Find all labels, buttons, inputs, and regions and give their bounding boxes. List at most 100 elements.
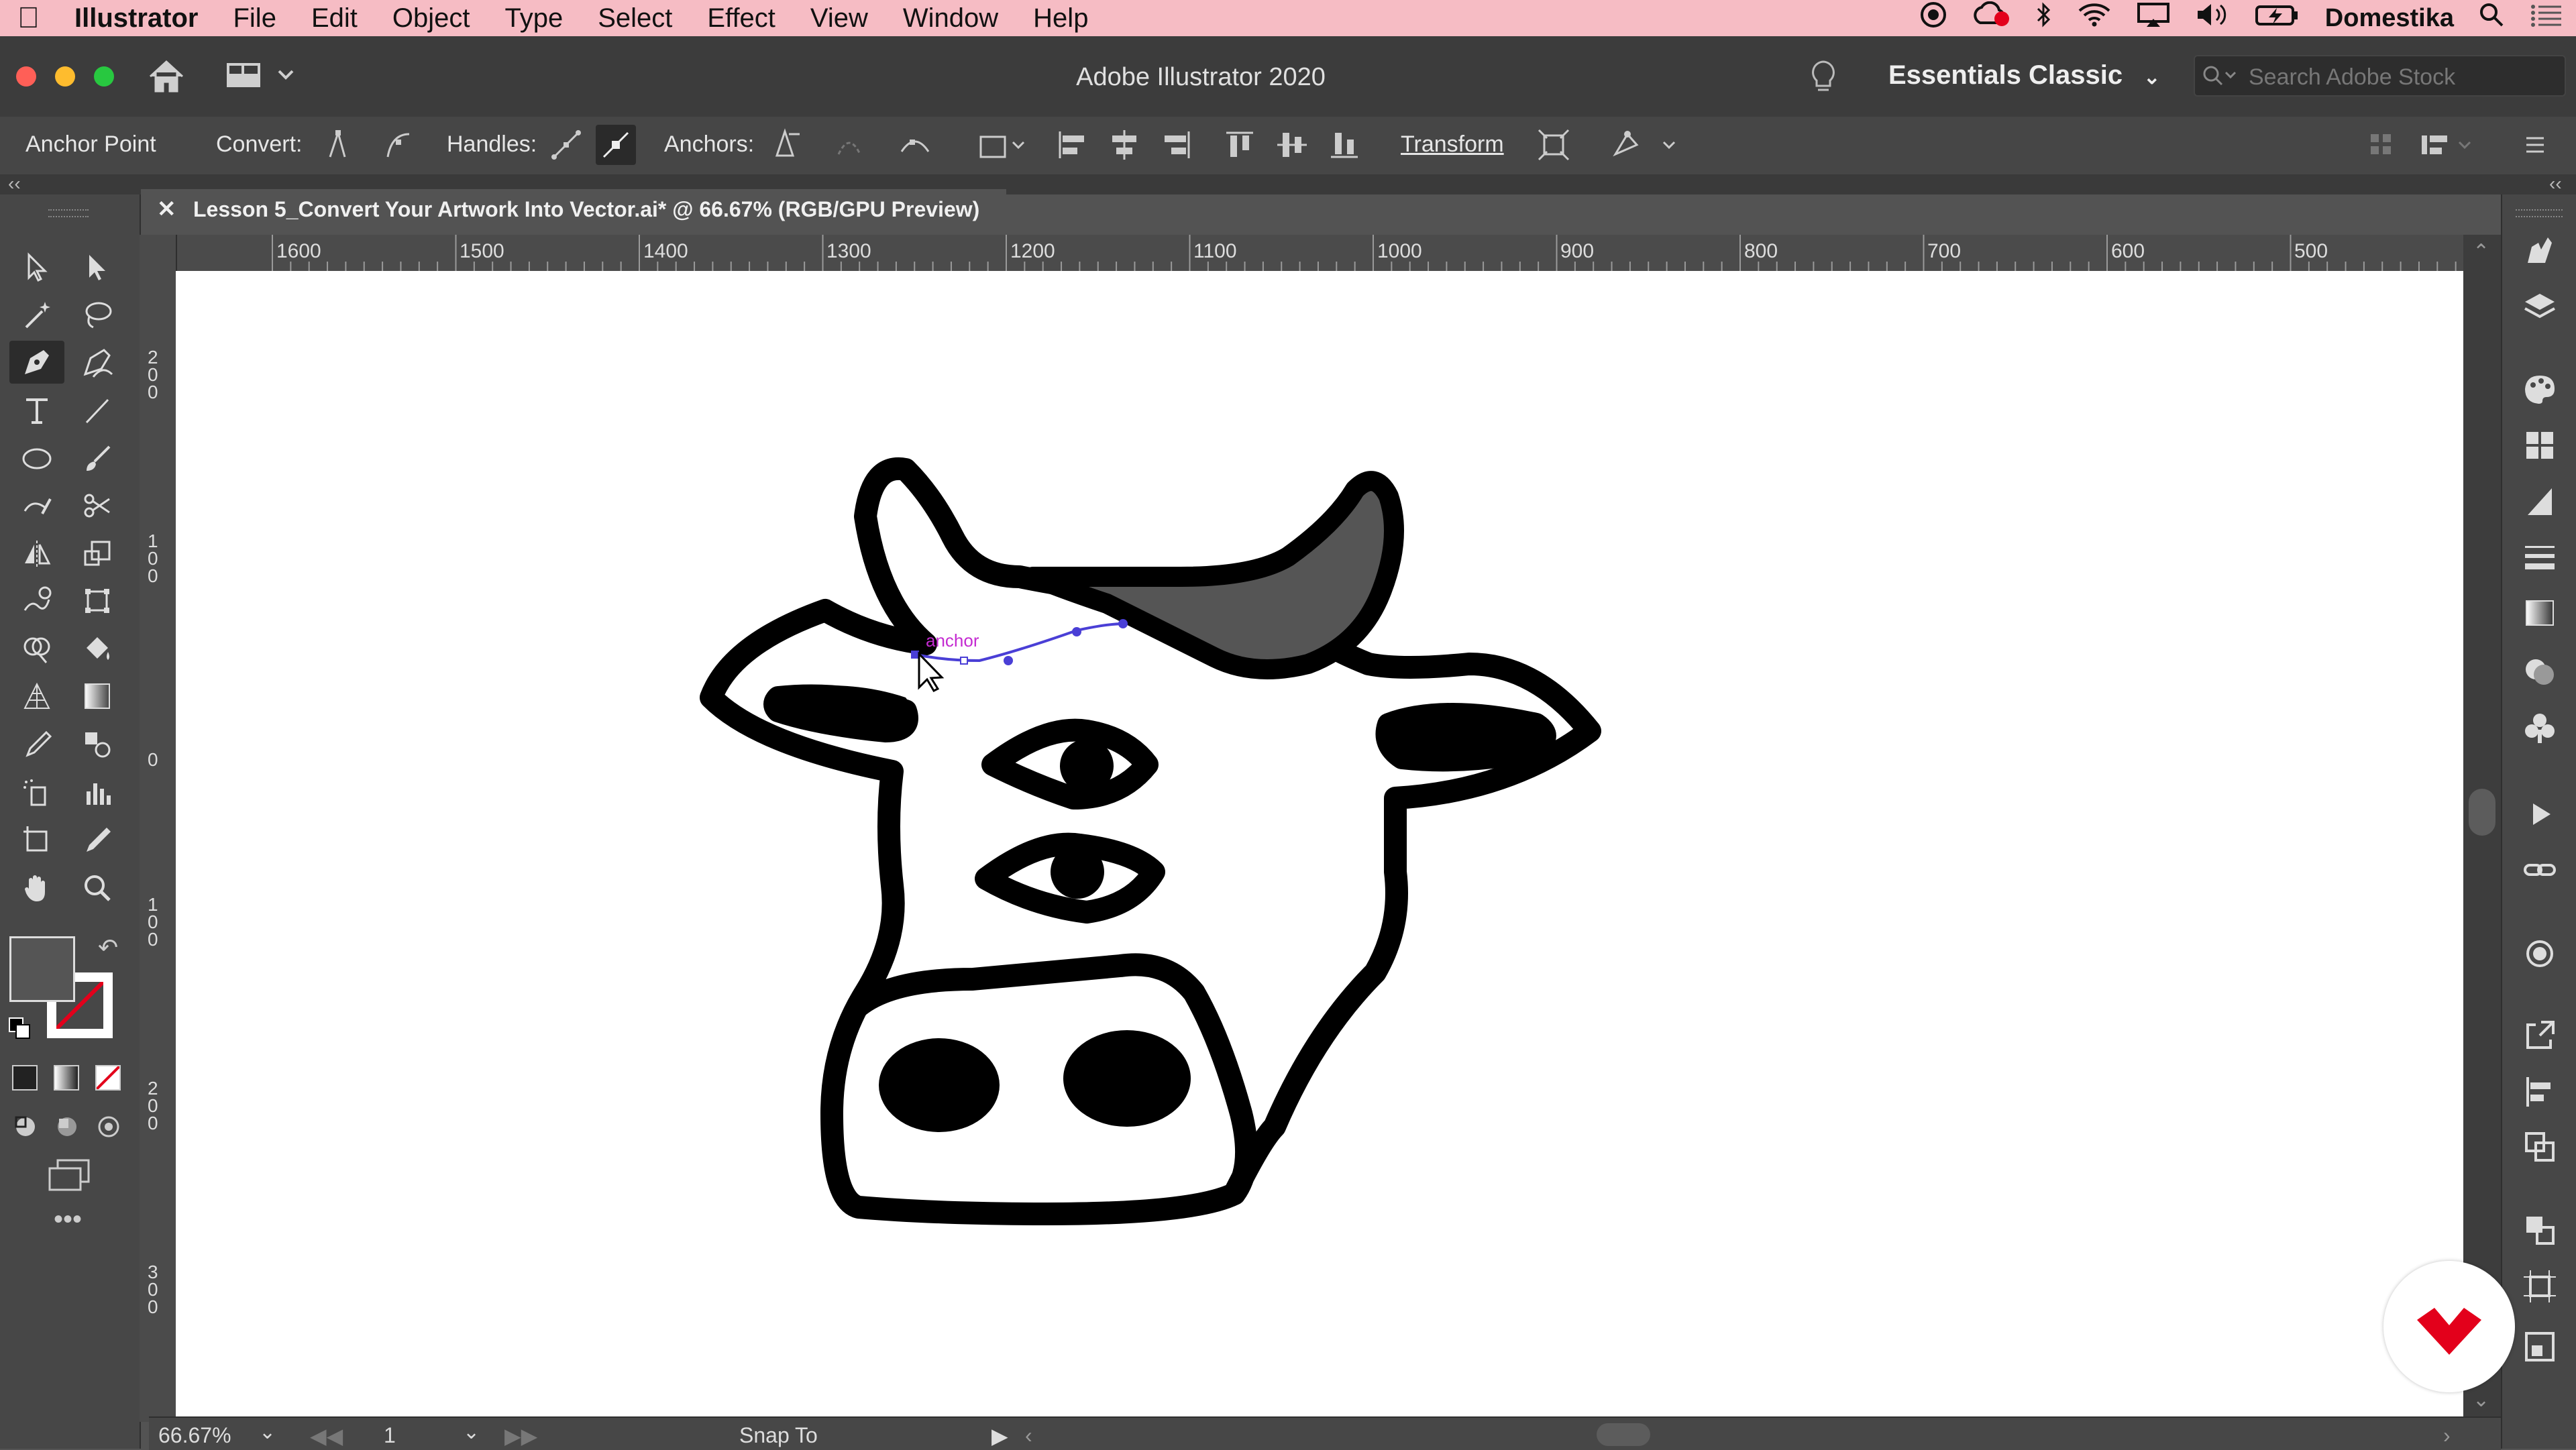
- toolbar-grip[interactable]: [48, 209, 89, 217]
- bluetooth-icon[interactable]: [2035, 1, 2053, 35]
- show-handles-icon[interactable]: [546, 125, 586, 165]
- hide-handles-icon[interactable]: [596, 125, 636, 165]
- creative-cloud-icon[interactable]: [1971, 1, 2011, 35]
- close-tab-icon[interactable]: ✕: [157, 196, 176, 223]
- dock-grip[interactable]: [2516, 209, 2563, 217]
- draw-inside-icon[interactable]: [95, 1113, 122, 1144]
- menu-view[interactable]: View: [793, 3, 885, 34]
- menu-edit[interactable]: Edit: [294, 3, 375, 34]
- collapse-left-icon[interactable]: ‹‹: [8, 173, 21, 194]
- none-mode-icon[interactable]: [95, 1065, 121, 1091]
- menu-window[interactable]: Window: [885, 3, 1016, 34]
- scale-tool-icon[interactable]: [74, 533, 121, 575]
- magic-wand-tool-icon[interactable]: [13, 294, 60, 337]
- menu-object[interactable]: Object: [375, 3, 488, 34]
- selection-tool-icon[interactable]: [13, 245, 60, 288]
- apple-menu-icon[interactable]: : [0, 1, 57, 35]
- pathfinder-icon[interactable]: [2521, 1128, 2559, 1166]
- live-paint-bucket-tool-icon[interactable]: [74, 628, 121, 671]
- color-mode-icon[interactable]: [12, 1065, 38, 1091]
- paintbrush-tool-icon[interactable]: [74, 437, 121, 480]
- eyedropper-tool-icon[interactable]: [13, 723, 60, 766]
- app-menu[interactable]: Illustrator: [57, 3, 215, 34]
- volume-icon[interactable]: [2195, 1, 2230, 35]
- scissors-tool-icon[interactable]: [74, 484, 121, 527]
- collapse-right-icon[interactable]: ‹‹: [2549, 173, 2562, 194]
- scroll-thumb[interactable]: [2469, 789, 2496, 836]
- control-panel-menu-icon[interactable]: [2514, 125, 2555, 165]
- canvas-area[interactable]: anchor: [176, 271, 2463, 1416]
- curvature-tool-icon[interactable]: [74, 341, 121, 384]
- gradient-tool-icon[interactable]: [74, 675, 121, 718]
- export-icon[interactable]: [2521, 1017, 2559, 1054]
- shaper-tool-icon[interactable]: [13, 484, 60, 527]
- cow-artwork[interactable]: anchor: [176, 271, 2463, 1416]
- menu-file[interactable]: File: [215, 3, 293, 34]
- free-transform-tool-icon[interactable]: [74, 579, 121, 622]
- align-right-icon[interactable]: [1157, 125, 1197, 165]
- menu-help[interactable]: Help: [1016, 3, 1106, 34]
- search-adobe-stock-input[interactable]: Search Adobe Stock: [2194, 55, 2566, 97]
- edit-toolbar-icon[interactable]: •••: [54, 1205, 82, 1235]
- puppet-warp-icon[interactable]: [1607, 125, 1681, 165]
- artboard-dropdown-icon[interactable]: ⌄: [463, 1420, 480, 1444]
- status-menu-icon[interactable]: ▶: [991, 1423, 1008, 1449]
- scroll-up-icon[interactable]: ⌃: [2473, 240, 2489, 264]
- convert-to-corner-icon[interactable]: [318, 125, 358, 165]
- control-center-icon[interactable]: [2529, 1, 2564, 35]
- swap-colors-icon[interactable]: ↶: [98, 934, 118, 962]
- first-artboard-icon[interactable]: ◀◀: [310, 1423, 343, 1449]
- pen-tool-icon[interactable]: [9, 341, 64, 384]
- swatches-icon[interactable]: [2521, 427, 2559, 464]
- direct-selection-tool-icon[interactable]: [74, 245, 121, 288]
- slice-tool-icon[interactable]: [74, 818, 121, 861]
- zoom-level[interactable]: 66.67%: [158, 1423, 231, 1448]
- horizontal-scroll-thumb[interactable]: [1597, 1423, 1650, 1446]
- shape-builder-tool-icon[interactable]: [13, 628, 60, 671]
- line-segment-tool-icon[interactable]: [74, 389, 121, 432]
- color-guide-icon[interactable]: [2521, 370, 2559, 408]
- user-name[interactable]: Domestika: [2325, 4, 2454, 33]
- spotlight-search-icon[interactable]: [2478, 1, 2505, 35]
- cut-path-icon[interactable]: [895, 125, 935, 165]
- actions-play-icon[interactable]: [2521, 795, 2559, 833]
- align-vertical-center-icon[interactable]: [1272, 125, 1312, 165]
- default-colors-icon[interactable]: [8, 1017, 32, 1044]
- lasso-tool-icon[interactable]: [74, 294, 121, 337]
- align-panel-icon[interactable]: [2521, 1073, 2559, 1111]
- vertical-scrollbar[interactable]: ⌃ ⌄: [2463, 235, 2501, 1418]
- asset-export-icon[interactable]: [2521, 1328, 2559, 1365]
- workspace-switcher[interactable]: Essentials Classic ⌄: [1888, 60, 2160, 91]
- draw-behind-icon[interactable]: [54, 1113, 80, 1144]
- transform-panel-icon[interactable]: [2521, 1268, 2559, 1305]
- align-left-icon[interactable]: [1052, 125, 1092, 165]
- ellipse-tool-icon[interactable]: [13, 437, 60, 480]
- scroll-left-icon[interactable]: ‹: [1025, 1423, 1032, 1448]
- menu-effect[interactable]: Effect: [690, 3, 793, 34]
- appearance-icon[interactable]: [2521, 935, 2559, 972]
- transparency-icon[interactable]: [2521, 653, 2559, 691]
- panel-grid-icon[interactable]: [2361, 125, 2402, 165]
- column-graph-tool-icon[interactable]: [74, 771, 121, 814]
- artboard[interactable]: anchor: [176, 271, 2463, 1416]
- scroll-right-icon[interactable]: ›: [2443, 1423, 2451, 1448]
- free-transform-icon[interactable]: [1534, 125, 1574, 165]
- brushes-icon[interactable]: [2521, 483, 2559, 520]
- symbols-icon[interactable]: [2521, 710, 2559, 747]
- stroke-icon[interactable]: [2521, 538, 2559, 575]
- layers-icon[interactable]: [2521, 288, 2559, 326]
- connect-endpoints-icon[interactable]: [829, 125, 869, 165]
- align-top-icon[interactable]: [1220, 125, 1260, 165]
- battery-charging-icon[interactable]: [2254, 1, 2301, 35]
- artboards-panel-icon[interactable]: [2521, 1211, 2559, 1249]
- convert-to-smooth-icon[interactable]: [378, 125, 419, 165]
- perspective-grid-tool-icon[interactable]: [13, 675, 60, 718]
- gradient-panel-icon[interactable]: [2521, 594, 2559, 632]
- airplay-icon[interactable]: [2136, 1, 2171, 35]
- blend-tool-icon[interactable]: [74, 723, 121, 766]
- draw-normal-icon[interactable]: [12, 1113, 39, 1144]
- arrange-panels-icon[interactable]: [2415, 125, 2482, 165]
- libraries-icon[interactable]: [2521, 231, 2559, 268]
- align-bottom-icon[interactable]: [1324, 125, 1364, 165]
- warp-tool-icon[interactable]: [13, 579, 60, 622]
